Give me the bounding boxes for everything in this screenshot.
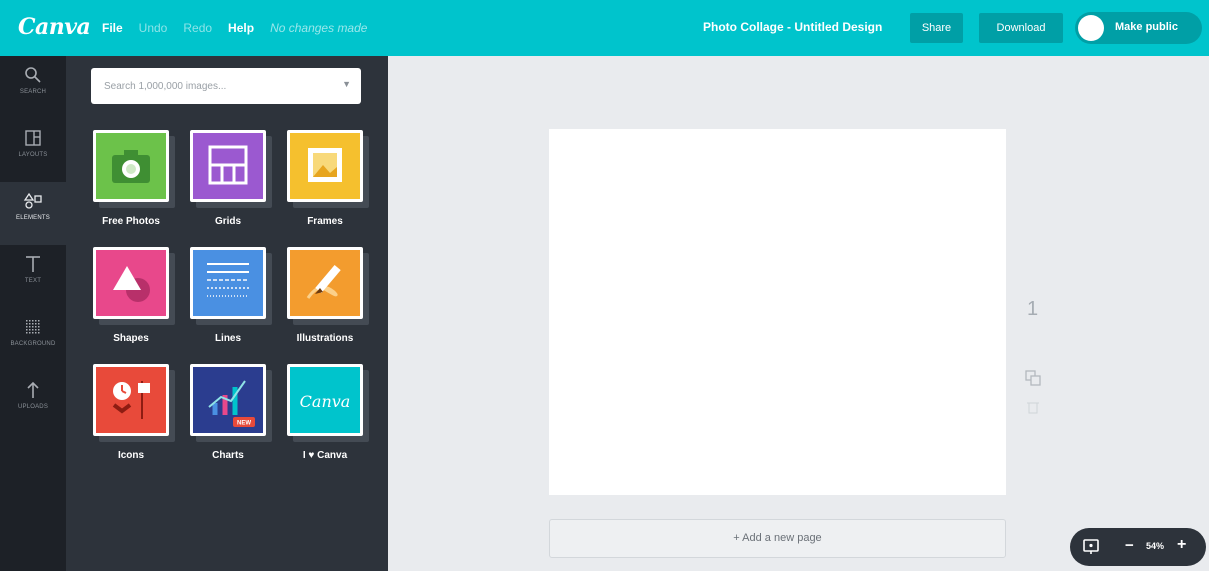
chevron-down-icon[interactable]: ▼: [342, 79, 351, 89]
rail-label: BACKGROUND: [10, 341, 56, 347]
rail-item-uploads[interactable]: UPLOADS: [0, 371, 66, 434]
search-icon: [25, 67, 41, 83]
tile-label: Grids: [214, 216, 242, 227]
tile-label: Icons: [117, 450, 145, 461]
zoom-out-button[interactable]: −: [1125, 537, 1134, 554]
menu-redo[interactable]: Redo: [183, 21, 212, 35]
grid-icon: [208, 145, 248, 185]
tile-label: Lines: [214, 333, 242, 344]
tile-label: Shapes: [113, 333, 149, 344]
tile-card: [287, 130, 363, 202]
canva-card-text: Canva: [300, 392, 351, 411]
present-icon[interactable]: [1082, 538, 1100, 556]
chart-icon: NEW: [208, 380, 255, 427]
share-button[interactable]: Share: [910, 13, 963, 43]
tile-label: Free Photos: [102, 216, 160, 227]
duplicate-page-icon[interactable]: [1023, 368, 1043, 388]
page-number: 1: [1027, 298, 1039, 320]
rail-label: LAYOUTS: [18, 152, 48, 158]
side-rail: SEARCH LAYOUTS ELEMENTS TEXT BACKGROUND …: [0, 56, 66, 571]
new-badge: NEW: [237, 421, 251, 427]
tile-card: [190, 130, 266, 202]
tile-card: [190, 247, 266, 319]
lines-icon: [207, 263, 249, 297]
toggle-knob: [1078, 15, 1104, 41]
tile-card: NEW: [190, 364, 266, 436]
make-public-toggle[interactable]: Make public: [1075, 12, 1202, 44]
menu-help[interactable]: Help: [228, 21, 254, 35]
tile-card: Canva: [287, 364, 363, 436]
zoom-level: 54%: [1146, 541, 1165, 551]
top-bar: Canva File Undo Redo Help No changes mad…: [0, 0, 1209, 56]
elements-icon: [23, 192, 42, 209]
tile-label: Frames: [307, 216, 343, 227]
menu-undo[interactable]: Undo: [139, 21, 168, 35]
tile-card: [93, 130, 169, 202]
rail-label: TEXT: [24, 278, 42, 284]
main-menu: File Undo Redo Help No changes made: [102, 21, 383, 35]
icons-icon: [112, 381, 150, 419]
rail-label: SEARCH: [19, 89, 47, 95]
rail-item-background[interactable]: BACKGROUND: [0, 308, 66, 371]
design-title[interactable]: Photo Collage - Untitled Design: [703, 20, 882, 34]
design-page[interactable]: [549, 129, 1006, 495]
save-status: No changes made: [270, 21, 368, 35]
image-search: ▼: [91, 68, 361, 104]
rail-item-elements[interactable]: ELEMENTS: [0, 182, 66, 245]
elements-panel: ▼ Free Photos Grids: [66, 56, 388, 571]
make-public-label: Make public: [1115, 21, 1178, 33]
tile-label: I ♥ Canva: [302, 450, 348, 461]
zoom-controls: − 54% +: [1070, 528, 1206, 566]
pencil-icon: [306, 264, 341, 299]
shapes-icon: [113, 266, 150, 302]
rail-item-layouts[interactable]: LAYOUTS: [0, 119, 66, 182]
camera-icon: [112, 150, 150, 183]
canva-logo-icon: Canva: [300, 392, 351, 411]
upload-icon: [27, 381, 39, 398]
background-icon: [26, 320, 40, 334]
frame-icon: [308, 148, 342, 182]
layouts-icon: [25, 130, 41, 146]
rail-item-text[interactable]: TEXT: [0, 245, 66, 308]
tile-card: [93, 364, 169, 436]
tile-card: [93, 247, 169, 319]
text-icon: [26, 256, 40, 272]
rail-label: ELEMENTS: [16, 215, 50, 221]
trash-icon[interactable]: [1027, 400, 1039, 414]
tile-label: Charts: [212, 450, 244, 461]
image-search-input[interactable]: [91, 68, 331, 104]
download-button[interactable]: Download: [979, 13, 1063, 43]
rail-item-search[interactable]: SEARCH: [0, 56, 66, 119]
add-page-button[interactable]: + Add a new page: [549, 519, 1006, 558]
rail-label: UPLOADS: [17, 404, 49, 410]
tile-label: Illustrations: [296, 333, 354, 344]
tile-card: [287, 247, 363, 319]
zoom-in-button[interactable]: +: [1177, 536, 1186, 554]
menu-file[interactable]: File: [102, 21, 123, 35]
canva-logo[interactable]: Canva: [18, 14, 91, 40]
